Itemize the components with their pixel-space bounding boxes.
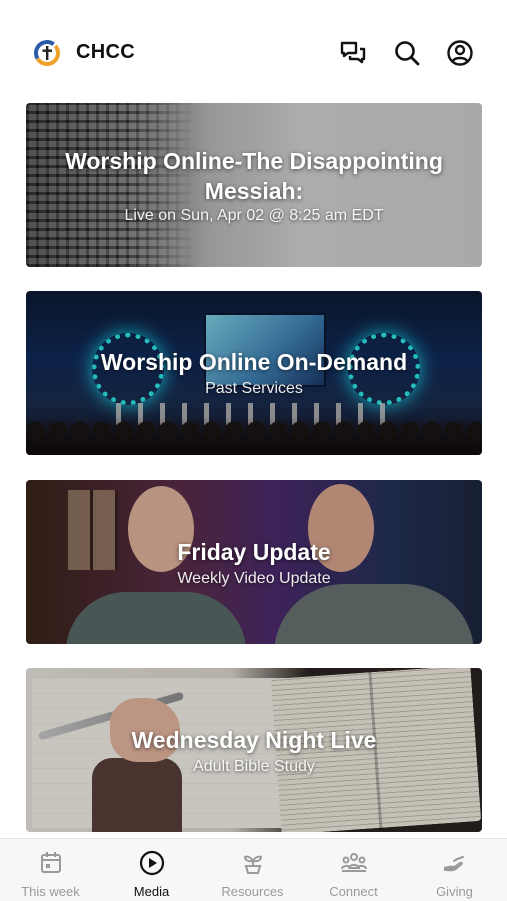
chat-icon[interactable] [338, 38, 368, 68]
tab-resources[interactable]: Resources [202, 839, 303, 901]
plant-icon [239, 849, 267, 877]
app-title: CHCC [76, 41, 135, 63]
media-card-worship-online-live[interactable]: Worship Online-The Disappointing Messiah… [26, 103, 482, 267]
card-title: Worship Online-The Disappointing Messiah… [65, 148, 443, 204]
tab-media[interactable]: Media [101, 839, 202, 901]
search-icon[interactable] [392, 38, 422, 68]
card-title: Friday Update [177, 539, 331, 565]
profile-icon[interactable] [445, 38, 475, 68]
card-subtitle: Live on Sun, Apr 02 @ 8:25 am EDT [124, 207, 384, 224]
tab-label: Connect [329, 884, 378, 899]
card-subtitle: Weekly Video Update [177, 570, 331, 587]
tab-label: Resources [221, 884, 284, 899]
media-card-friday-update[interactable]: Friday Update Weekly Video Update [26, 480, 482, 644]
bottom-tab-bar: This week Media Resources Connect Giving [0, 838, 507, 901]
card-title: Worship Online On-Demand [100, 349, 408, 375]
tab-this-week[interactable]: This week [0, 839, 101, 901]
tab-label: Giving [436, 884, 473, 899]
card-subtitle: Past Services [205, 380, 303, 397]
calendar-icon [37, 849, 65, 877]
tab-connect[interactable]: Connect [303, 839, 404, 901]
tab-label: This week [21, 884, 80, 899]
giving-icon [441, 849, 469, 877]
media-card-wednesday-night-live[interactable]: Wednesday Night Live Adult Bible Study [26, 668, 482, 832]
app-header: CHCC [0, 0, 507, 100]
card-title: Wednesday Night Live [131, 727, 377, 753]
tab-label: Media [133, 884, 170, 899]
tab-giving[interactable]: Giving [404, 839, 505, 901]
church-logo-icon [34, 40, 60, 66]
group-icon [340, 849, 368, 877]
play-icon [138, 849, 166, 877]
media-card-worship-on-demand[interactable]: Worship Online On-Demand Past Services [26, 291, 482, 455]
card-subtitle: Adult Bible Study [193, 758, 315, 775]
